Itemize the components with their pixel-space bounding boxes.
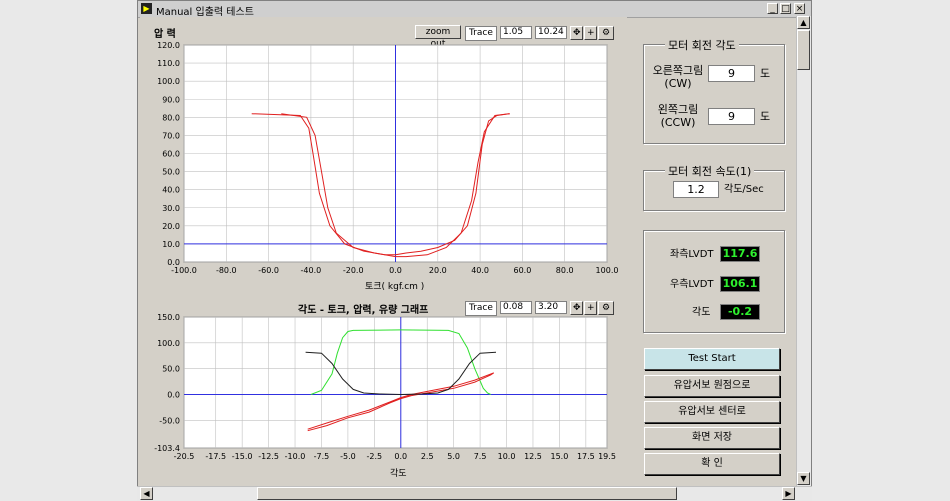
- maximize-button[interactable]: □: [780, 3, 791, 14]
- pressure-y-tick-label: 80.0: [162, 113, 180, 122]
- scroll-left-icon[interactable]: ◀: [140, 487, 153, 500]
- angle-label: 각도: [692, 307, 711, 318]
- ccw-label: 왼쪽그림 (CCW): [657, 103, 699, 129]
- pressure-x-tick-label: 0.0: [389, 266, 402, 275]
- angle-y-tick-label: -50.0: [159, 416, 180, 425]
- motor-angle-group: [643, 44, 785, 144]
- motor-speed-title: 모터 회전 속도(1): [665, 163, 755, 179]
- pressure-chart[interactable]: -100.0 -80.0 -60.0 -40.0 -20.0 0.0 20.0 40.0 60.…: [140, 17, 627, 292]
- app-icon: ▶: [141, 3, 152, 14]
- angle-x-tick-label: 0.0: [394, 452, 407, 461]
- angle-x-tick-label: -17.5: [205, 452, 226, 461]
- pressure-y-tick-label: 50.0: [162, 168, 180, 177]
- confirm-button[interactable]: 확 인: [644, 453, 780, 475]
- angle-x-tick-label: 7.5: [474, 452, 487, 461]
- servo-center-button[interactable]: 유압서보 센터로: [644, 401, 780, 423]
- angle-x-tick-label: 10.0: [498, 452, 516, 461]
- angle-x-tick-label: 2.5: [421, 452, 434, 461]
- angle-chart[interactable]: -20.5 -17.5 -15.0 -12.5 -10.0 -7.5 -5.0 -2.5 0.0…: [140, 296, 627, 479]
- pressure-y-tick-label: 110.0: [157, 59, 180, 68]
- close-button[interactable]: ×: [794, 3, 805, 14]
- angle-plot-area: [183, 316, 608, 449]
- pressure-y-tick-label: 0.0: [167, 258, 180, 267]
- pressure-y-tick-label: 60.0: [162, 150, 180, 159]
- pressure-y-tick-label: 40.0: [162, 186, 180, 195]
- cw-label: 오른쪽그림 (CW): [652, 64, 704, 90]
- pressure-y-tick-label: 120.0: [157, 41, 180, 50]
- minimize-button[interactable]: _: [767, 3, 778, 14]
- servo-origin-button[interactable]: 유압서보 원점으로: [644, 375, 780, 397]
- pressure-x-tick-label: -20.0: [343, 266, 364, 275]
- angle-y-tick-label: 0.0: [167, 391, 180, 400]
- angle-x-tick-label: -2.5: [367, 452, 383, 461]
- pressure-x-tick-label: 60.0: [513, 266, 531, 275]
- angle-plot-panel: 각도 - 토크, 압력, 유량 그래프 Trace 0.08 3.20 ✥ + …: [140, 296, 627, 479]
- pressure-y-tick-label: 100.0: [157, 77, 180, 86]
- left-lvdt-label: 좌측LVDT: [670, 249, 714, 260]
- angle-y-tick-label: 100.0: [157, 339, 180, 348]
- motor-speed-input[interactable]: 1.2: [673, 181, 719, 198]
- angle-value: -0.2: [720, 304, 760, 320]
- ccw-unit: 도: [760, 110, 771, 123]
- right-lvdt-value: 106.1: [720, 276, 760, 292]
- test-start-button[interactable]: Test Start: [644, 348, 780, 370]
- ccw-angle-input[interactable]: 9: [708, 108, 755, 125]
- pressure-plot-panel: 압 력 zoom out Trace 1.05 10.24 ✥ + ⚙ ▦ ⤢ …: [140, 17, 627, 292]
- right-lvdt-label: 우측LVDT: [670, 279, 714, 290]
- angle-x-tick-label: 19.5: [598, 452, 616, 461]
- angle-y-tick-label: 150.0: [157, 313, 180, 322]
- angle-x-tick-label: -5.0: [340, 452, 356, 461]
- horizontal-scrollbar[interactable]: ◀ ▶: [137, 486, 812, 501]
- angle-x-tick-label: 5.0: [447, 452, 460, 461]
- left-lvdt-value: 117.6: [720, 246, 760, 262]
- pressure-y-tick-label: 20.0: [162, 222, 180, 231]
- motor-speed-unit: 각도/Sec: [724, 184, 764, 195]
- pressure-x-tick-label: 100.0: [596, 266, 619, 275]
- pressure-plot-xlabel: 토크( kgf.cm ): [365, 282, 425, 292]
- pressure-y-tick-label: 90.0: [162, 95, 180, 104]
- scroll-down-icon[interactable]: ▼: [797, 472, 810, 485]
- angle-x-tick-label: -10.0: [285, 452, 306, 461]
- angle-x-tick-label: -12.5: [258, 452, 279, 461]
- pressure-x-tick-label: 40.0: [471, 266, 489, 275]
- window-title: Manual 입출력 테스트: [156, 7, 254, 18]
- horizontal-scroll-thumb[interactable]: [257, 487, 677, 500]
- pressure-x-tick-label: -40.0: [301, 266, 322, 275]
- title-bar: ▶ Manual 입출력 테스트 _ □ ×: [138, 1, 811, 18]
- pressure-y-tick-label: 30.0: [162, 204, 180, 213]
- pressure-x-tick-label: -60.0: [258, 266, 279, 275]
- angle-y-tick-label: -103.4: [154, 444, 180, 453]
- pressure-y-tick-label: 70.0: [162, 131, 180, 140]
- pressure-y-tick-label: 10.0: [162, 240, 180, 249]
- angle-x-tick-label: 17.5: [577, 452, 595, 461]
- vertical-scroll-thumb[interactable]: [797, 30, 810, 70]
- pressure-x-tick-label: 80.0: [556, 266, 574, 275]
- angle-x-tick-label: 12.5: [524, 452, 542, 461]
- pressure-x-tick-label: -100.0: [171, 266, 197, 275]
- cw-unit: 도: [760, 67, 771, 80]
- angle-x-tick-label: -7.5: [314, 452, 330, 461]
- angle-x-tick-label: 15.0: [551, 452, 569, 461]
- angle-x-tick-label: -20.5: [174, 452, 195, 461]
- cw-angle-input[interactable]: 9: [708, 65, 755, 82]
- pressure-x-tick-label: 20.0: [429, 266, 447, 275]
- vertical-scrollbar[interactable]: ▲ ▼: [796, 16, 811, 486]
- save-screen-button[interactable]: 화면 저장: [644, 427, 780, 449]
- motor-angle-title: 모터 회전 각도: [665, 37, 739, 53]
- angle-x-tick-label: -15.0: [232, 452, 253, 461]
- angle-y-tick-label: 50.0: [162, 365, 180, 374]
- scroll-right-icon[interactable]: ▶: [782, 487, 795, 500]
- angle-plot-xlabel: 각도: [390, 469, 407, 479]
- pressure-x-tick-label: -80.0: [216, 266, 237, 275]
- readout-group: [643, 230, 785, 333]
- scroll-up-icon[interactable]: ▲: [797, 16, 810, 29]
